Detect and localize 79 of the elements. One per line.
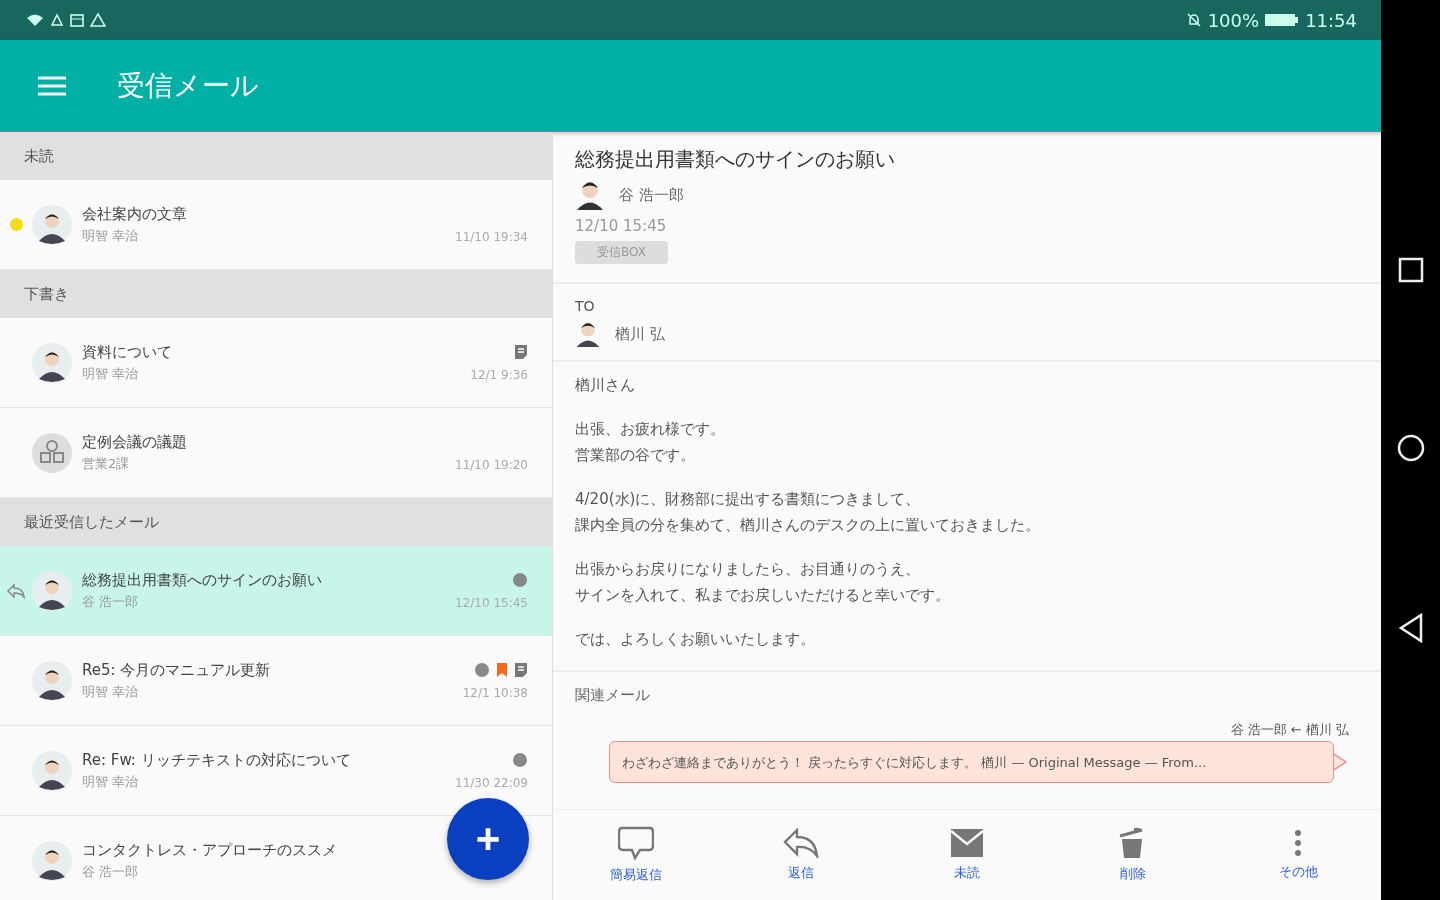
body-line: 営業部の谷です。 xyxy=(575,445,696,466)
avatar-icon xyxy=(32,570,72,611)
mail-sender: 明智 幸治 xyxy=(82,226,140,245)
calendar-icon xyxy=(70,13,84,27)
notification-icon xyxy=(50,13,64,27)
body-line: では、よろしくお願いいたします。 xyxy=(575,629,816,650)
section-header: 最近受信したメール xyxy=(0,498,552,546)
app-title: 受信メール xyxy=(117,68,259,104)
related-mail-preview: わざわざ連絡までありがとう！ 戻ったらすぐに対応します。 楢川 — Original Message — From... xyxy=(622,755,1207,770)
warning-icon xyxy=(90,13,106,27)
toolbar-button[interactable]: 削除 xyxy=(1077,826,1188,884)
message-date: 12/10 15:45 xyxy=(575,217,667,235)
avatar-icon xyxy=(32,204,72,245)
bubble-tail-icon xyxy=(1334,753,1347,771)
avatar-icon xyxy=(32,342,72,383)
envelope-icon xyxy=(950,828,984,858)
toolbar-button[interactable]: 返信 xyxy=(746,827,857,883)
section-header: 未読 xyxy=(0,132,552,180)
mail-subject: 会社案内の文章 xyxy=(82,204,188,224)
folder-tag: 受信BOX xyxy=(575,241,668,264)
related-mail-bubble[interactable]: わざわざ連絡までありがとう！ 戻ったらすぐに対応します。 楢川 — Original Message — From... xyxy=(609,741,1334,783)
message-subject: 総務提出用書類へのサインのお願い xyxy=(575,146,895,173)
wifi-icon xyxy=(26,13,44,27)
mail-date: 12/1 9:36 xyxy=(470,367,528,382)
mail-subject: Re: Fw: リッチテキストの対応について xyxy=(82,750,352,770)
mail-date: 11/10 19:20 xyxy=(455,457,528,472)
avatar-icon xyxy=(32,660,72,701)
recipient-name: 楢川 弘 xyxy=(615,324,665,344)
to-label: TO xyxy=(575,298,595,314)
reply-icon xyxy=(6,582,26,599)
recent-apps-icon[interactable] xyxy=(1397,257,1424,283)
menu-button[interactable] xyxy=(37,76,67,96)
body-line: 出張からお戻りになりましたら、お目通りのうえ、 xyxy=(575,559,921,580)
avatar-icon xyxy=(32,750,72,791)
battery-icon xyxy=(1265,13,1300,27)
body-line: 課内全員の分を集めて、楢川さんのデスクの上に置いておきました。 xyxy=(575,515,1041,536)
mail-date: 11/30 22:09 xyxy=(455,775,528,790)
back-icon[interactable] xyxy=(1397,613,1424,643)
avatar-icon xyxy=(575,320,601,348)
unread-dot xyxy=(9,218,23,231)
label-icon xyxy=(512,751,528,768)
more-icon xyxy=(1294,829,1303,857)
reply-icon xyxy=(783,828,820,858)
mail-sender: 明智 幸治 xyxy=(82,364,140,383)
body-line: サインを入れて、私までお戻しいただけると幸いです。 xyxy=(575,585,951,606)
section-header: 下書き xyxy=(0,270,552,318)
mail-subject: 定例会議の議題 xyxy=(82,432,188,452)
mail-subject: 資料について xyxy=(82,342,173,362)
home-icon[interactable] xyxy=(1395,433,1426,463)
bookmark-icon xyxy=(496,661,508,678)
toolbar-button[interactable]: その他 xyxy=(1243,828,1354,882)
body-line: 楢川さん xyxy=(575,375,636,396)
mail-sender: 明智 幸治 xyxy=(82,682,140,701)
label-icon xyxy=(474,661,490,678)
memo-icon xyxy=(514,343,528,360)
mute-icon xyxy=(1185,12,1202,28)
thread-route: 谷 浩一郎 ← 楢川 弘 xyxy=(1230,721,1349,739)
mail-sender: 営業2課 xyxy=(82,454,131,473)
avatar-icon xyxy=(32,840,72,881)
mail-subject: Re5: 今月のマニュアル更新 xyxy=(82,660,272,680)
mail-subject: 総務提出用書類へのサインのお願い xyxy=(82,570,323,590)
battery-percent: 100% xyxy=(1207,9,1260,31)
message-sender: 谷 浩一郎 xyxy=(619,185,684,205)
mail-sender: 明智 幸治 xyxy=(82,772,140,791)
toolbar-button[interactable]: 簡易返信 xyxy=(580,825,691,885)
mail-date: 12/10 15:45 xyxy=(455,595,528,610)
toolbar-button[interactable]: 未読 xyxy=(912,827,1022,883)
related-label: 関連メール xyxy=(575,686,651,705)
mail-subject: コンタクトレス・アプローチのススメ xyxy=(82,840,338,860)
body-line: 出張、お疲れ様です。 xyxy=(575,419,726,440)
avatar-icon xyxy=(575,179,605,211)
body-line: 4/20(水)に、財務部に提出する書類につきまして、 xyxy=(575,489,922,510)
mail-date: 12/1 10:38 xyxy=(462,685,528,700)
clock-time: 11:54 xyxy=(1305,9,1357,31)
memo-icon xyxy=(514,661,528,678)
label-icon xyxy=(512,571,528,588)
mail-date: 11/10 19:34 xyxy=(455,229,528,244)
speech-bubble-icon xyxy=(617,826,654,860)
group-avatar-icon xyxy=(32,432,72,473)
